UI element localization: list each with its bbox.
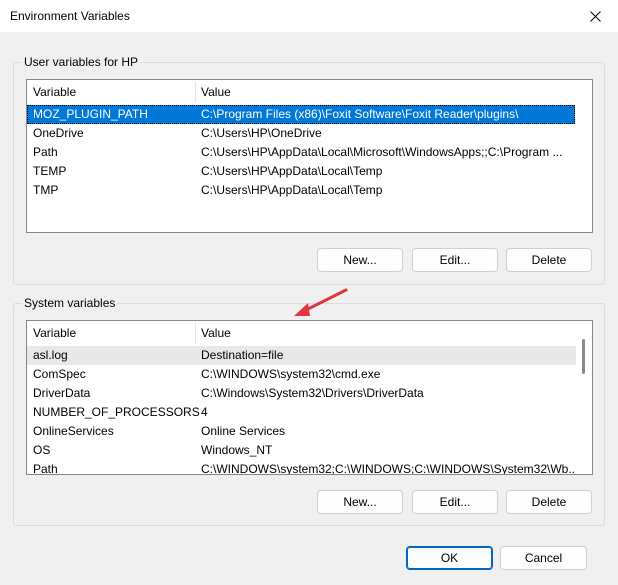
table-row[interactable]: Path C:\WINDOWS\system32;C:\WINDOWS;C:\W… (27, 460, 579, 475)
column-header-variable[interactable]: Variable (27, 321, 195, 345)
variable-name: MOZ_PLUGIN_PATH (33, 107, 148, 121)
variable-value: 4 (201, 405, 208, 419)
table-row[interactable]: TMP C:\Users\HP\AppData\Local\Temp (27, 181, 575, 200)
user-variables-label: User variables for HP (22, 55, 141, 69)
ok-button[interactable]: OK (406, 546, 493, 570)
table-row[interactable]: NUMBER_OF_PROCESSORS 4 (27, 403, 578, 422)
system-edit-button[interactable]: Edit... (412, 490, 498, 514)
variable-name: DriverData (33, 386, 91, 400)
variable-name: TEMP (33, 164, 67, 178)
variable-name: Path (33, 145, 58, 159)
annotation-arrow-icon (294, 288, 348, 316)
window-title: Environment Variables (10, 9, 130, 23)
column-header-value[interactable]: Value (195, 321, 575, 345)
table-row[interactable]: Path C:\Users\HP\AppData\Local\Microsoft… (27, 143, 575, 162)
table-row[interactable]: OneDrive C:\Users\HP\OneDrive (27, 124, 575, 143)
variable-name: NUMBER_OF_PROCESSORS (33, 405, 200, 419)
variable-value: C:\Program Files (x86)\Foxit Software\Fo… (201, 107, 519, 121)
table-row[interactable]: OS Windows_NT (27, 441, 578, 460)
variable-value: C:\WINDOWS\system32;C:\WINDOWS;C:\WINDOW… (201, 462, 579, 475)
variable-name: OnlineServices (33, 424, 114, 438)
table-row[interactable]: MOZ_PLUGIN_PATH C:\Program Files (x86)\F… (27, 105, 575, 124)
table-row[interactable]: OnlineServices Online Services (27, 422, 578, 441)
variable-name: OS (33, 443, 51, 457)
variable-name: TMP (33, 183, 59, 197)
system-variables-label: System variables (22, 296, 118, 310)
user-edit-button[interactable]: Edit... (412, 248, 498, 272)
variable-name: ComSpec (33, 367, 86, 381)
variable-value: C:\Windows\System32\Drivers\DriverData (201, 386, 424, 400)
variable-value: C:\Users\HP\AppData\Local\Temp (201, 183, 383, 197)
title-bar: Environment Variables (0, 0, 618, 32)
close-button[interactable] (572, 0, 618, 32)
close-icon (589, 10, 601, 22)
variable-value: C:\Users\HP\AppData\Local\Microsoft\Wind… (201, 145, 563, 159)
user-delete-button[interactable]: Delete (506, 248, 592, 272)
user-list-header: Variable Value (27, 80, 592, 104)
variable-name: OneDrive (33, 126, 84, 140)
table-row[interactable]: TEMP C:\Users\HP\AppData\Local\Temp (27, 162, 575, 181)
variable-value: Windows_NT (201, 443, 273, 457)
table-row[interactable]: asl.log Destination=file (27, 346, 578, 365)
cancel-button[interactable]: Cancel (500, 546, 587, 570)
variable-value: C:\WINDOWS\system32\cmd.exe (201, 367, 381, 381)
user-new-button[interactable]: New... (317, 248, 403, 272)
system-new-button[interactable]: New... (317, 490, 403, 514)
user-variables-list[interactable]: Variable Value MOZ_PLUGIN_PATH C:\Progra… (26, 79, 593, 233)
variable-value: C:\Users\HP\AppData\Local\Temp (201, 164, 383, 178)
variable-value: Destination=file (201, 348, 284, 362)
table-row[interactable]: ComSpec C:\WINDOWS\system32\cmd.exe (27, 365, 578, 384)
system-list-header: Variable Value (27, 321, 576, 345)
system-variables-list[interactable]: Variable Value asl.log Destination=file … (26, 320, 593, 475)
column-header-variable[interactable]: Variable (27, 80, 195, 104)
column-header-value[interactable]: Value (195, 80, 575, 104)
system-delete-button[interactable]: Delete (506, 490, 592, 514)
vertical-scrollbar[interactable] (576, 321, 592, 474)
variable-name: Path (33, 462, 58, 475)
variable-value: Online Services (201, 424, 286, 438)
scrollbar-thumb[interactable] (582, 339, 585, 374)
table-row[interactable]: DriverData C:\Windows\System32\Drivers\D… (27, 384, 578, 403)
variable-value: C:\Users\HP\OneDrive (201, 126, 322, 140)
variable-name: asl.log (33, 348, 68, 362)
